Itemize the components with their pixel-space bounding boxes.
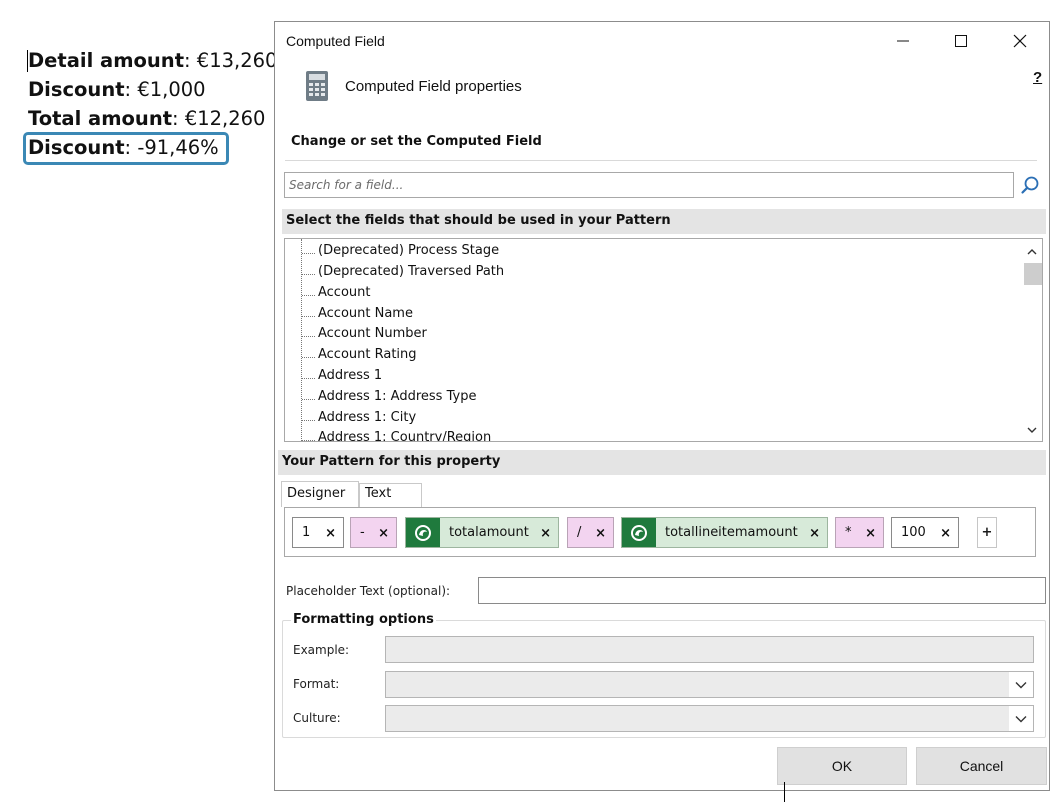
- tab-text[interactable]: Text: [359, 483, 422, 507]
- culture-label: Culture:: [293, 711, 341, 725]
- tree-item[interactable]: Address 1: City: [301, 410, 416, 431]
- token-text: totallineitemamount: [665, 525, 798, 540]
- example-field: [385, 636, 1034, 663]
- pattern-token-operator[interactable]: - ×: [350, 517, 397, 548]
- pattern-token-number[interactable]: 100 ×: [891, 517, 959, 548]
- doc-value: €13,260: [196, 49, 278, 72]
- token-text: totalamount: [449, 525, 529, 540]
- chevron-down-icon: [1027, 427, 1036, 433]
- tree-item[interactable]: (Deprecated) Process Stage: [301, 243, 499, 264]
- format-label: Format:: [293, 677, 340, 691]
- doc-sep: :: [124, 78, 138, 101]
- tree-item[interactable]: Address 1: Country/Region: [301, 430, 491, 441]
- text-caret: [27, 50, 28, 72]
- token-text: -: [360, 525, 365, 540]
- placeholder-label: Placeholder Text (optional):: [286, 584, 451, 598]
- remove-token-icon[interactable]: ×: [940, 526, 951, 541]
- token-text: /: [577, 525, 582, 540]
- scroll-thumb[interactable]: [1024, 263, 1042, 285]
- minimize-button[interactable]: [889, 28, 917, 54]
- remove-token-icon[interactable]: ×: [378, 526, 389, 541]
- chevron-up-icon: [1027, 249, 1036, 255]
- computed-field-dialog: Computed Field Computed Field properties…: [274, 21, 1050, 791]
- doc-sep: :: [172, 107, 185, 130]
- document-text: Detail amount: €13,260 Discount: €1,000 …: [23, 46, 277, 165]
- remove-token-icon[interactable]: ×: [540, 526, 551, 541]
- search-box: [284, 172, 1014, 198]
- chevron-down-icon: [1015, 715, 1027, 722]
- doc-label: Detail amount: [28, 49, 185, 72]
- scroll-up-button[interactable]: [1021, 243, 1042, 261]
- doc-value: €12,260: [184, 107, 266, 130]
- culture-select[interactable]: [385, 705, 1034, 732]
- cancel-button[interactable]: Cancel: [916, 747, 1047, 785]
- maximize-button[interactable]: [947, 28, 975, 54]
- formatting-legend: Formatting options: [291, 612, 436, 627]
- tree-item[interactable]: Account Name: [301, 306, 413, 327]
- placeholder-box: [478, 577, 1046, 604]
- token-text: *: [845, 525, 852, 540]
- pattern-token-field[interactable]: totalamount ×: [405, 517, 559, 548]
- add-token-button[interactable]: +: [977, 517, 997, 548]
- search-icon: [1021, 176, 1039, 194]
- format-dropdown-button[interactable]: [1009, 672, 1033, 697]
- token-text: 100: [901, 525, 926, 540]
- scroll-down-button[interactable]: [1021, 421, 1042, 439]
- format-select[interactable]: [385, 671, 1034, 698]
- minimize-icon: [897, 40, 909, 42]
- tab-designer[interactable]: Designer: [281, 481, 359, 507]
- doc-sep: :: [184, 49, 197, 72]
- remove-token-icon[interactable]: ×: [595, 526, 606, 541]
- pattern-token-number[interactable]: 1 ×: [292, 517, 344, 548]
- pattern-designer: 1 × - × totalamount × / × totallineitema…: [284, 507, 1036, 557]
- mouse-cursor: [784, 782, 785, 802]
- doc-line-discount: Discount: €1,000: [28, 75, 277, 104]
- dialog-header: Computed Field properties: [345, 78, 522, 95]
- divider: [285, 160, 1037, 161]
- field-tree: (Deprecated) Process Stage (Deprecated) …: [284, 238, 1043, 442]
- tree-item[interactable]: Account Rating: [301, 347, 417, 368]
- close-button[interactable]: [1006, 28, 1034, 54]
- pattern-token-operator[interactable]: * ×: [835, 517, 884, 548]
- doc-line-total-amount: Total amount: €12,260: [28, 104, 277, 133]
- search-button[interactable]: [1017, 172, 1043, 198]
- remove-token-icon[interactable]: ×: [809, 526, 820, 541]
- pattern-token-operator[interactable]: / ×: [567, 517, 614, 548]
- ok-button[interactable]: OK: [777, 747, 907, 785]
- pattern-token-field[interactable]: totallineitemamount ×: [621, 517, 828, 548]
- vertical-scrollbar[interactable]: [1021, 239, 1042, 441]
- doc-value: €1,000: [137, 78, 206, 101]
- title-bar: Computed Field: [275, 22, 1049, 60]
- remove-token-icon[interactable]: ×: [325, 526, 336, 541]
- maximize-icon: [955, 35, 967, 47]
- tree-item[interactable]: Address 1: Address Type: [301, 389, 476, 410]
- chevron-down-icon: [1015, 681, 1027, 688]
- tree-item[interactable]: Account: [301, 285, 371, 306]
- tree-item[interactable]: Address 1: [301, 368, 382, 389]
- fields-bar: Select the fields that should be used in…: [282, 209, 1046, 234]
- close-icon: [1013, 34, 1027, 48]
- doc-label: Discount: [28, 78, 125, 101]
- tree-item[interactable]: Account Number: [301, 326, 427, 347]
- example-label: Example:: [293, 643, 350, 657]
- doc-label: Total amount: [28, 107, 173, 130]
- tree-item[interactable]: (Deprecated) Traversed Path: [301, 264, 504, 285]
- pattern-bar: Your Pattern for this property: [278, 450, 1046, 475]
- culture-dropdown-button[interactable]: [1009, 706, 1033, 731]
- dataverse-icon: [406, 518, 440, 547]
- help-link[interactable]: ?: [1033, 69, 1042, 86]
- search-input[interactable]: [285, 173, 1013, 197]
- dataverse-icon: [622, 518, 656, 547]
- doc-line-detail-amount: Detail amount: €13,260: [28, 46, 277, 75]
- window-title: Computed Field: [286, 33, 385, 49]
- placeholder-input[interactable]: [479, 578, 1045, 603]
- formatting-options-group: Formatting options Example: Format: Cult…: [282, 612, 1046, 738]
- remove-token-icon[interactable]: ×: [865, 526, 876, 541]
- token-text: 1: [302, 525, 311, 540]
- section-label: Change or set the Computed Field: [291, 134, 542, 149]
- calculator-icon: [306, 71, 328, 101]
- selected-field-highlight: [23, 132, 229, 165]
